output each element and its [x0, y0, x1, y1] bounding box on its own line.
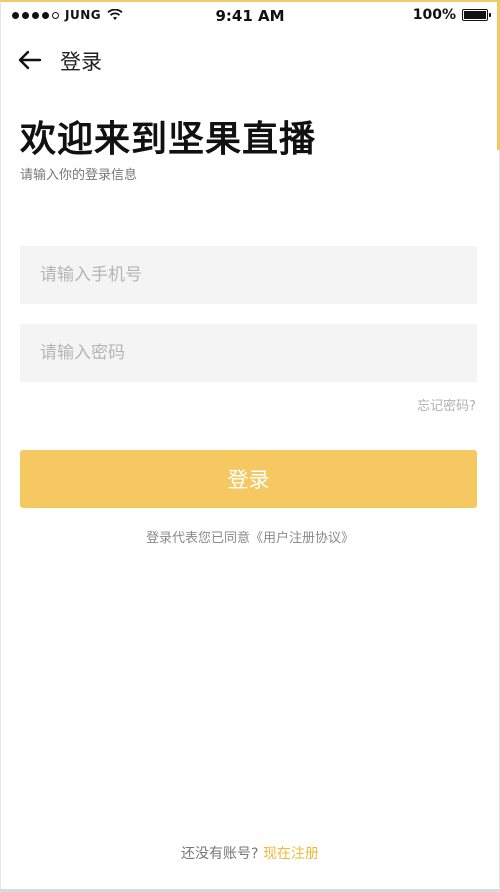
forgot-password-link[interactable]: 忘记密码? — [417, 395, 476, 414]
register-prompt-text: 还没有账号? — [181, 846, 259, 862]
battery-icon — [462, 9, 491, 21]
register-link[interactable]: 现在注册 — [263, 846, 319, 862]
page-subtitle: 请输入你的登录信息 — [20, 168, 138, 183]
phone-input[interactable] — [20, 246, 477, 304]
status-bar: JUNG 9:41 AM 100% — [0, 2, 500, 32]
back-button[interactable] — [16, 46, 44, 74]
page-title: 欢迎来到坚果直播 — [20, 119, 317, 160]
password-input[interactable] — [20, 324, 477, 382]
battery-percentage: 100% — [412, 7, 456, 23]
agreement-text[interactable]: 登录代表您已同意《用户注册协议》 — [0, 527, 500, 546]
register-prompt: 还没有账号? 现在注册 — [0, 843, 500, 863]
login-button[interactable]: 登录 — [20, 450, 477, 508]
arrow-left-icon — [18, 50, 42, 70]
status-right: 100% — [412, 7, 491, 23]
nav-bar: 登录 — [0, 40, 500, 80]
nav-title: 登录 — [60, 50, 102, 74]
